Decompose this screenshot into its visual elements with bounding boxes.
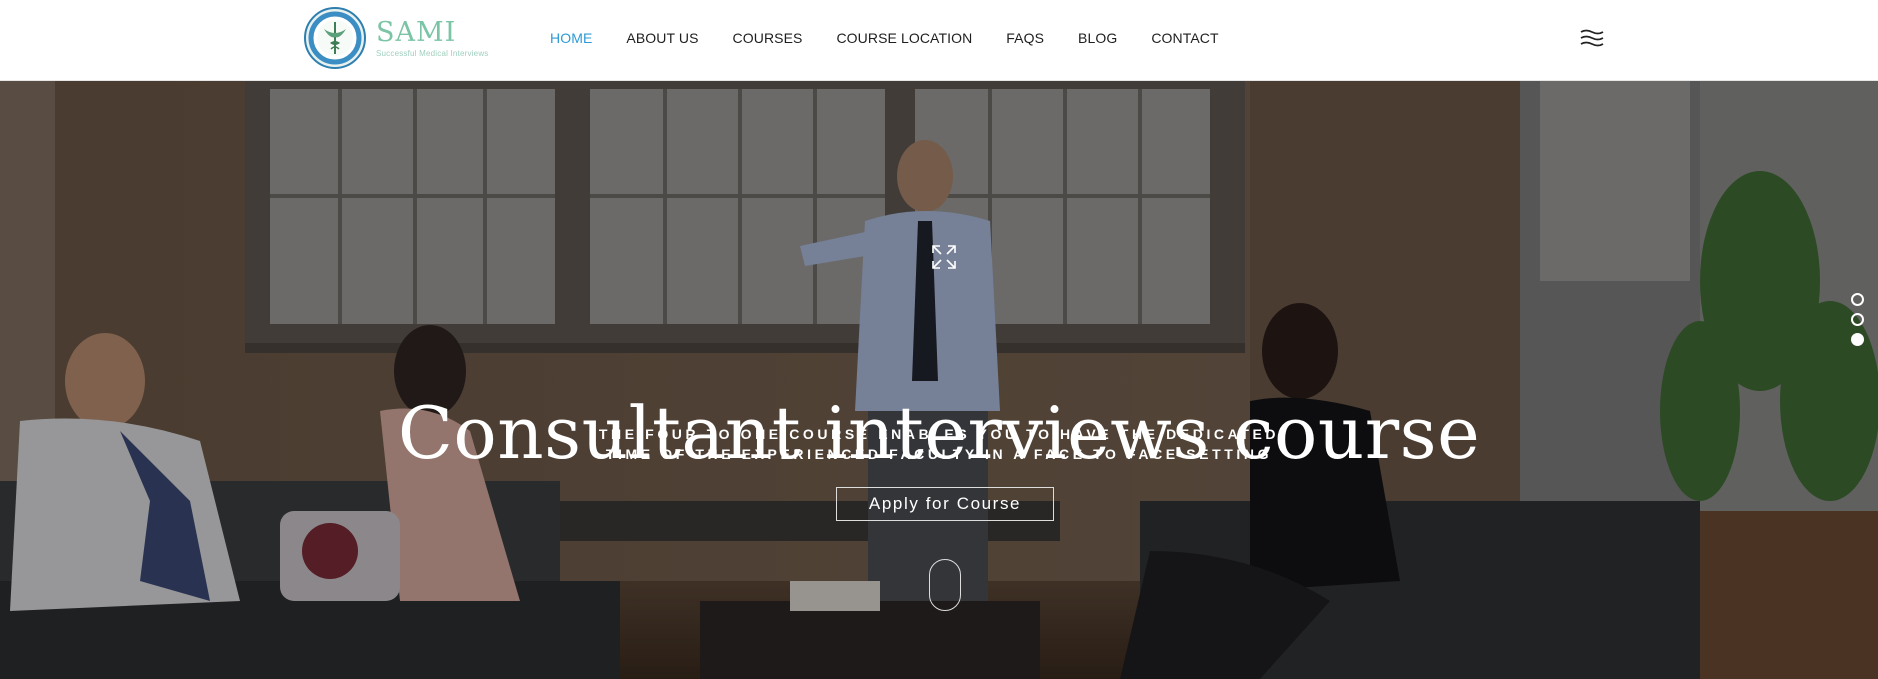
hero-subtitle: THE FOUR TO ONE COURSE ENABLES YOU TO HA… (0, 424, 1878, 464)
slider-dot-1[interactable] (1851, 293, 1864, 306)
expand-arrows-icon[interactable] (931, 244, 957, 270)
brand-subtitle: Successful Medical Interviews (376, 48, 489, 58)
sami-emblem-icon (304, 7, 366, 69)
nav-item-course-location[interactable]: COURSE LOCATION (836, 28, 972, 48)
brand-title: SAMI (376, 16, 457, 48)
nav-item-courses[interactable]: COURSES (733, 28, 803, 48)
nav-item-about-us[interactable]: ABOUT US (626, 28, 698, 48)
slider-dots (1851, 293, 1864, 353)
site-header: SAMI Successful Medical Interviews HOME … (0, 0, 1878, 81)
hero-subtitle-line-1: THE FOUR TO ONE COURSE ENABLES YOU TO HA… (598, 426, 1280, 442)
slider-dot-3[interactable] (1851, 333, 1864, 346)
hero-subtitle-line-2: TIME OF THE EXPERIENCED FACULTY IN A FAC… (605, 446, 1273, 462)
nav-item-home[interactable]: HOME (550, 28, 592, 48)
main-nav: HOME ABOUT US COURSES COURSE LOCATION FA… (550, 28, 1253, 48)
menu-waves-icon[interactable] (1580, 28, 1604, 48)
nav-item-blog[interactable]: BLOG (1078, 28, 1117, 48)
apply-for-course-button[interactable]: Apply for Course (836, 487, 1054, 521)
scroll-mouse-icon[interactable] (929, 559, 961, 611)
slider-dot-2[interactable] (1851, 313, 1864, 326)
nav-item-faqs[interactable]: FAQS (1006, 28, 1044, 48)
hero-slider: Consultant interviews course THE FOUR TO… (0, 81, 1878, 679)
nav-item-contact[interactable]: CONTACT (1151, 28, 1218, 48)
brand-logo[interactable]: SAMI Successful Medical Interviews (304, 6, 489, 70)
